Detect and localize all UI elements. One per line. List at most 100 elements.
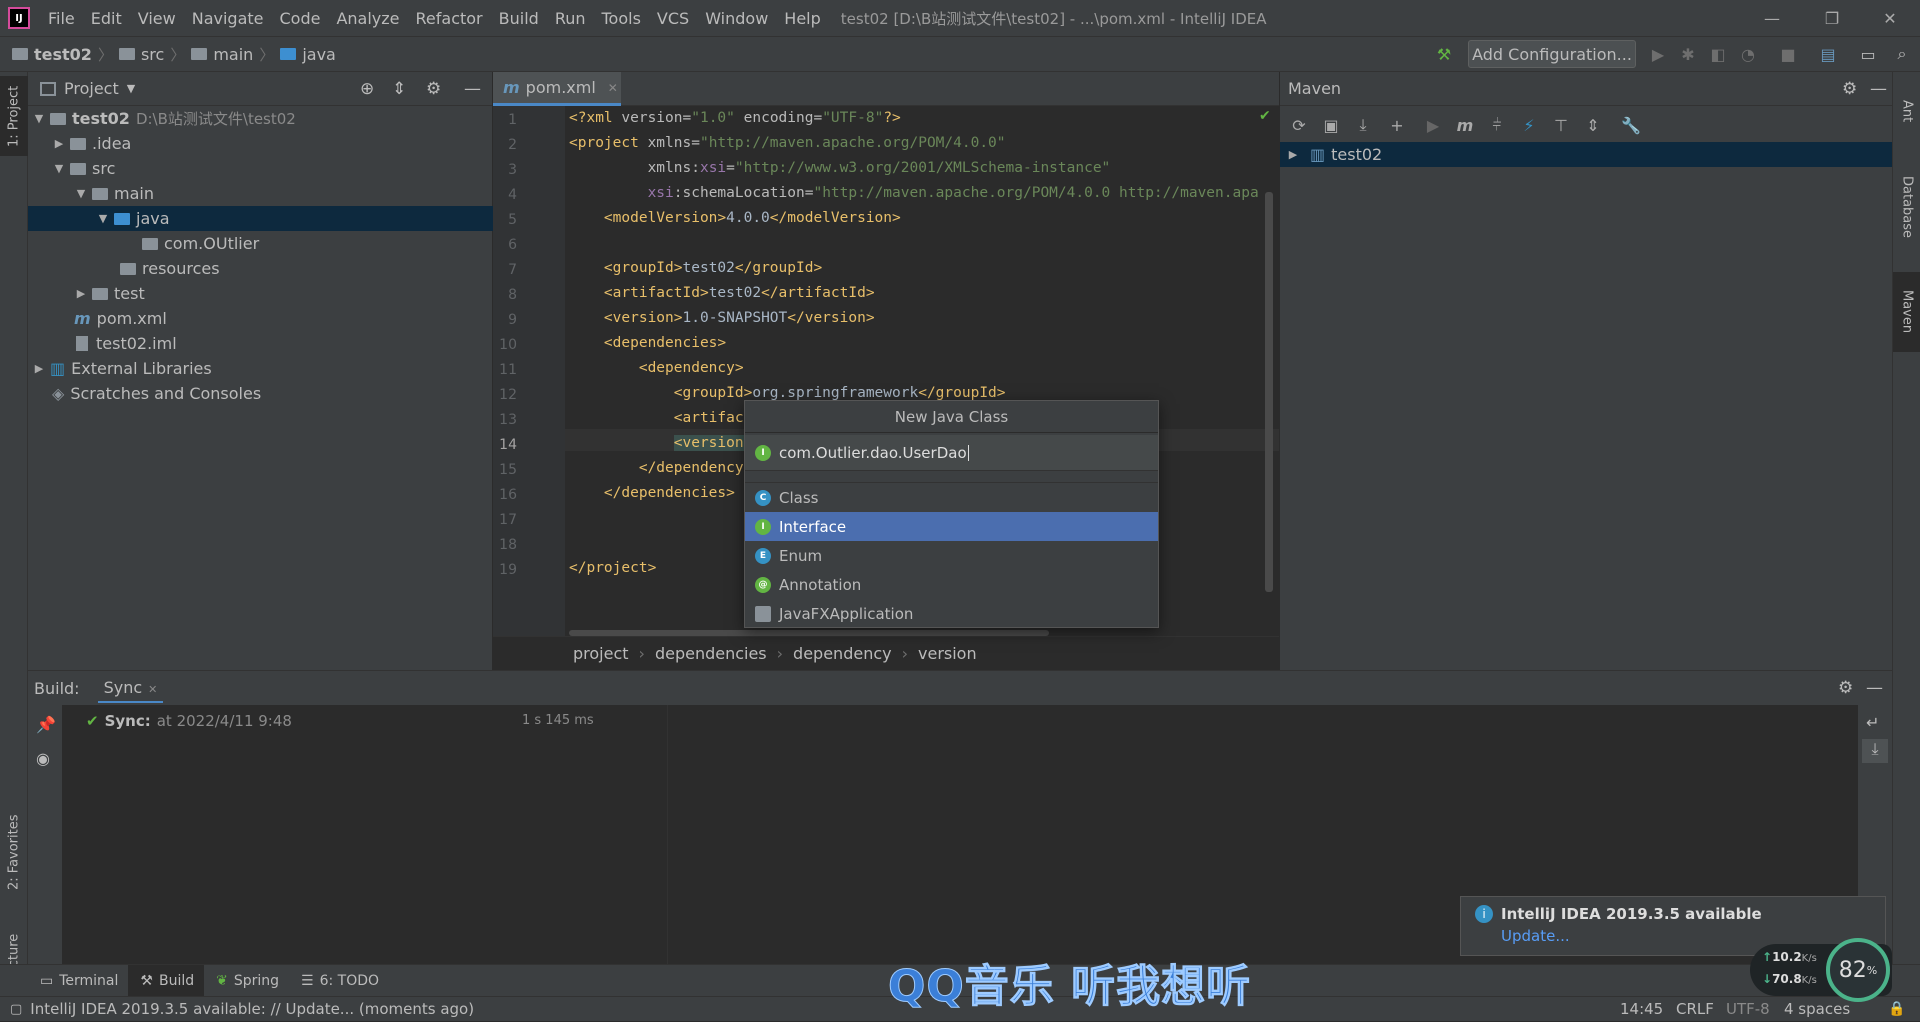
- tab-pom-xml[interactable]: m pom.xml ✕: [493, 72, 621, 106]
- project-panel-title[interactable]: Project: [64, 79, 119, 98]
- search-icon[interactable]: ⌕: [1892, 44, 1912, 64]
- breadcrumb-item[interactable]: test02: [12, 45, 92, 64]
- menu-code[interactable]: Code: [272, 9, 329, 28]
- tree-item-scratches[interactable]: ◈ Scratches and Consoles: [28, 381, 493, 406]
- minimize-icon[interactable]: —: [1744, 0, 1800, 36]
- gear-icon[interactable]: ⚙: [1838, 678, 1853, 698]
- vertical-scrollbar[interactable]: [1265, 192, 1273, 592]
- menu-vcs[interactable]: VCS: [649, 9, 697, 28]
- project-structure-icon[interactable]: ▤: [1818, 44, 1838, 64]
- tab-todo[interactable]: ☰ 6: TODO: [289, 973, 389, 989]
- menu-run[interactable]: Run: [547, 9, 594, 28]
- collapse-all-icon[interactable]: ⇕: [392, 79, 406, 99]
- chevron-right-icon[interactable]: ▶: [1286, 148, 1300, 161]
- pin-icon[interactable]: 📌: [36, 715, 56, 734]
- class-name-input[interactable]: I com.Outlier.dao.UserDao: [745, 435, 1158, 471]
- editor-crumb[interactable]: dependencies: [655, 644, 767, 663]
- maven-goal-icon[interactable]: m: [1454, 114, 1476, 136]
- tree-item-src[interactable]: ▼ src: [28, 156, 493, 181]
- gear-icon[interactable]: ⚙: [1842, 79, 1857, 99]
- maven-project-row[interactable]: ▶ ▥ test02: [1280, 142, 1893, 167]
- menu-view[interactable]: View: [130, 9, 184, 28]
- chevron-down-icon[interactable]: ▼: [127, 82, 135, 95]
- tab-maven[interactable]: Maven: [1893, 272, 1920, 352]
- add-configuration-button[interactable]: Add Configuration...: [1468, 40, 1636, 68]
- status-message[interactable]: IntelliJ IDEA 2019.3.5 available: // Upd…: [30, 1000, 474, 1018]
- toggle-offline-icon[interactable]: ⫩: [1486, 114, 1508, 136]
- breadcrumb-item[interactable]: java: [280, 45, 336, 64]
- indent-setting[interactable]: 4 spaces: [1784, 1000, 1850, 1018]
- kind-class[interactable]: C Class: [745, 483, 1158, 512]
- scroll-to-end-icon[interactable]: ⤓: [1862, 739, 1888, 763]
- layout-icon[interactable]: ▭: [1858, 44, 1878, 64]
- update-link[interactable]: Update...: [1501, 927, 1570, 945]
- kind-javafx-application[interactable]: JavaFXApplication: [745, 599, 1158, 628]
- skip-tests-icon[interactable]: ⚡: [1518, 114, 1540, 136]
- soft-wrap-icon[interactable]: ↵: [1866, 713, 1879, 732]
- eye-icon[interactable]: ◉: [36, 749, 50, 768]
- tree-item-java[interactable]: ▼ java: [28, 206, 493, 231]
- tree-item-main[interactable]: ▼ main: [28, 181, 493, 206]
- plus-icon[interactable]: +: [1386, 114, 1408, 136]
- line-separator[interactable]: CRLF: [1676, 1000, 1714, 1018]
- tab-project[interactable]: 1: Project: [0, 76, 28, 156]
- lock-icon[interactable]: 🔒: [1888, 1001, 1905, 1017]
- tab-ant[interactable]: Ant: [1893, 78, 1920, 144]
- tab-sync[interactable]: Sync ✕: [97, 674, 164, 703]
- breadcrumb-item[interactable]: main: [191, 45, 253, 64]
- close-tab-icon[interactable]: ✕: [148, 683, 157, 696]
- hide-icon[interactable]: —: [1866, 678, 1883, 698]
- menu-analyze[interactable]: Analyze: [328, 9, 407, 28]
- gear-icon[interactable]: ⚙: [426, 79, 441, 99]
- add-folder-icon[interactable]: ▣: [1320, 114, 1342, 136]
- tree-item-resources[interactable]: resources: [28, 256, 493, 281]
- build-hammer-icon[interactable]: ⚒: [1434, 44, 1454, 64]
- menu-tools[interactable]: Tools: [594, 9, 649, 28]
- coverage-icon[interactable]: ◧: [1708, 44, 1728, 64]
- editor-crumb[interactable]: version: [918, 644, 977, 663]
- wrench-icon[interactable]: 🔧: [1620, 114, 1642, 136]
- menu-edit[interactable]: Edit: [83, 9, 130, 28]
- tab-database[interactable]: Database: [1893, 152, 1920, 262]
- toggle-tool-windows-icon[interactable]: ▢: [10, 1002, 22, 1017]
- editor-crumb[interactable]: dependency: [793, 644, 892, 663]
- kind-interface[interactable]: I Interface: [745, 512, 1158, 541]
- editor-crumb[interactable]: project: [573, 644, 629, 663]
- stop-icon[interactable]: ■: [1778, 44, 1798, 64]
- tree-item-package[interactable]: com.OUtlier: [28, 231, 493, 256]
- tree-item-test02[interactable]: ▼ test02 D:\B站测试文件\test02: [28, 106, 493, 131]
- close-tab-icon[interactable]: ✕: [608, 81, 618, 95]
- tree-item-iml[interactable]: test02.iml: [28, 331, 493, 356]
- tab-spring[interactable]: ❦ Spring: [204, 973, 289, 989]
- sync-row[interactable]: ✔ Sync: at 2022/4/11 9:48: [86, 709, 292, 733]
- menu-navigate[interactable]: Navigate: [184, 9, 272, 28]
- run-icon[interactable]: ▶: [1422, 114, 1444, 136]
- menu-help[interactable]: Help: [776, 9, 828, 28]
- hide-icon[interactable]: —: [1870, 79, 1887, 99]
- restore-icon[interactable]: ❐: [1804, 0, 1860, 36]
- show-dependencies-icon[interactable]: ⊤: [1550, 114, 1572, 136]
- tab-build[interactable]: ⚒ Build: [128, 965, 205, 996]
- tree-item-idea[interactable]: ▶ .idea: [28, 131, 493, 156]
- tree-item-pom[interactable]: m pom.xml: [28, 306, 493, 331]
- run-icon[interactable]: ▶: [1648, 44, 1668, 64]
- collapse-all-icon[interactable]: ⇕: [1582, 114, 1604, 136]
- close-icon[interactable]: ✕: [1862, 0, 1918, 36]
- hide-icon[interactable]: —: [464, 79, 481, 99]
- download-icon[interactable]: ⤓: [1352, 114, 1374, 136]
- breadcrumb-item[interactable]: src: [118, 45, 164, 64]
- kind-enum[interactable]: E Enum: [745, 541, 1158, 570]
- kind-annotation[interactable]: @ Annotation: [745, 570, 1158, 599]
- tab-terminal[interactable]: ▭ Terminal: [28, 973, 128, 989]
- caret-position[interactable]: 14:45: [1620, 1000, 1663, 1018]
- menu-build[interactable]: Build: [491, 9, 547, 28]
- reload-icon[interactable]: ⟳: [1288, 114, 1310, 136]
- tree-item-test[interactable]: ▶ test: [28, 281, 493, 306]
- tree-item-external-libraries[interactable]: ▶ ▥ External Libraries: [28, 356, 493, 381]
- profile-icon[interactable]: ◔: [1738, 44, 1758, 64]
- menu-file[interactable]: File: [40, 9, 83, 28]
- menu-refactor[interactable]: Refactor: [408, 9, 491, 28]
- debug-icon[interactable]: ✱: [1678, 44, 1698, 64]
- file-encoding[interactable]: UTF-8: [1726, 1000, 1770, 1018]
- tab-favorites[interactable]: 2: Favorites: [0, 802, 28, 902]
